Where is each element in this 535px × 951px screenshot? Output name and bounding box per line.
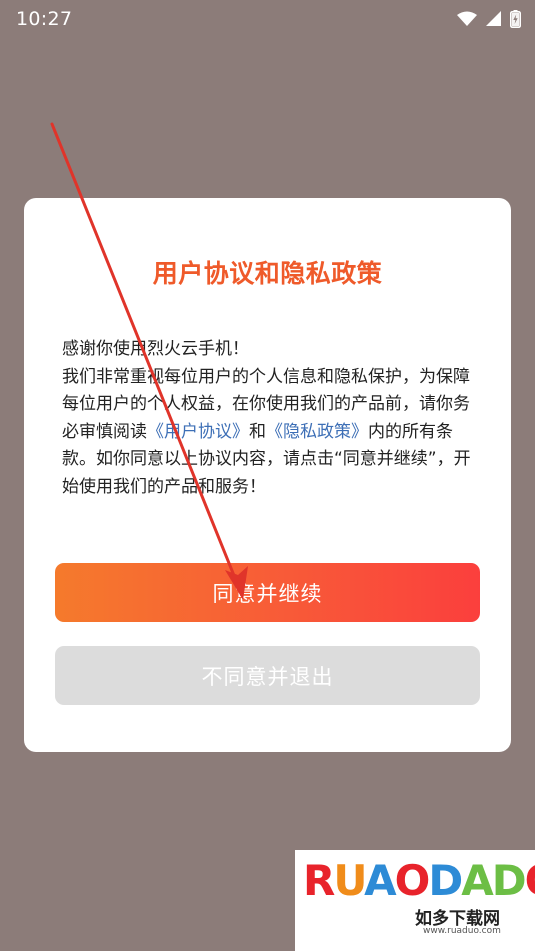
user-agreement-link[interactable]: 《用户协议》 (147, 422, 249, 442)
decline-and-exit-button[interactable]: 不同意并退出 (55, 646, 480, 705)
watermark-logo: RUAODADO 如多下载网 www.ruaduo.com (295, 850, 535, 951)
dialog-greeting: 感谢你使用烈火云手机！ (62, 339, 249, 359)
paragraph-and: 和 (249, 421, 266, 442)
dialog-body: 感谢你使用烈火云手机！ 我们非常重视每位用户的个人信息和隐私保护，为保障每位用户… (62, 336, 480, 501)
decline-button-label: 不同意并退出 (201, 664, 334, 689)
watermark-url: www.ruaduo.com (423, 926, 501, 936)
agree-button-label: 同意并继续 (212, 581, 323, 606)
status-time: 10:27 (16, 8, 73, 30)
wifi-icon (457, 11, 477, 26)
signal-icon (486, 11, 501, 26)
privacy-dialog: 用户协议和隐私政策 感谢你使用烈火云手机！ 我们非常重视每位用户的个人信息和隐私… (24, 198, 511, 752)
dialog-title: 用户协议和隐私政策 (152, 259, 383, 288)
battery-charging-icon (510, 10, 521, 28)
agree-and-continue-button[interactable]: 同意并继续 (55, 563, 480, 622)
dialog-paragraph: 我们非常重视每位用户的个人信息和隐私保护，为保障每位用户的个人权益，在你使用我们… (62, 364, 480, 502)
status-icons (457, 10, 521, 28)
watermark-logo-text: RUAODADO (303, 856, 535, 905)
privacy-policy-link[interactable]: 《隐私政策》 (266, 422, 368, 442)
status-bar: 10:27 (0, 0, 535, 38)
